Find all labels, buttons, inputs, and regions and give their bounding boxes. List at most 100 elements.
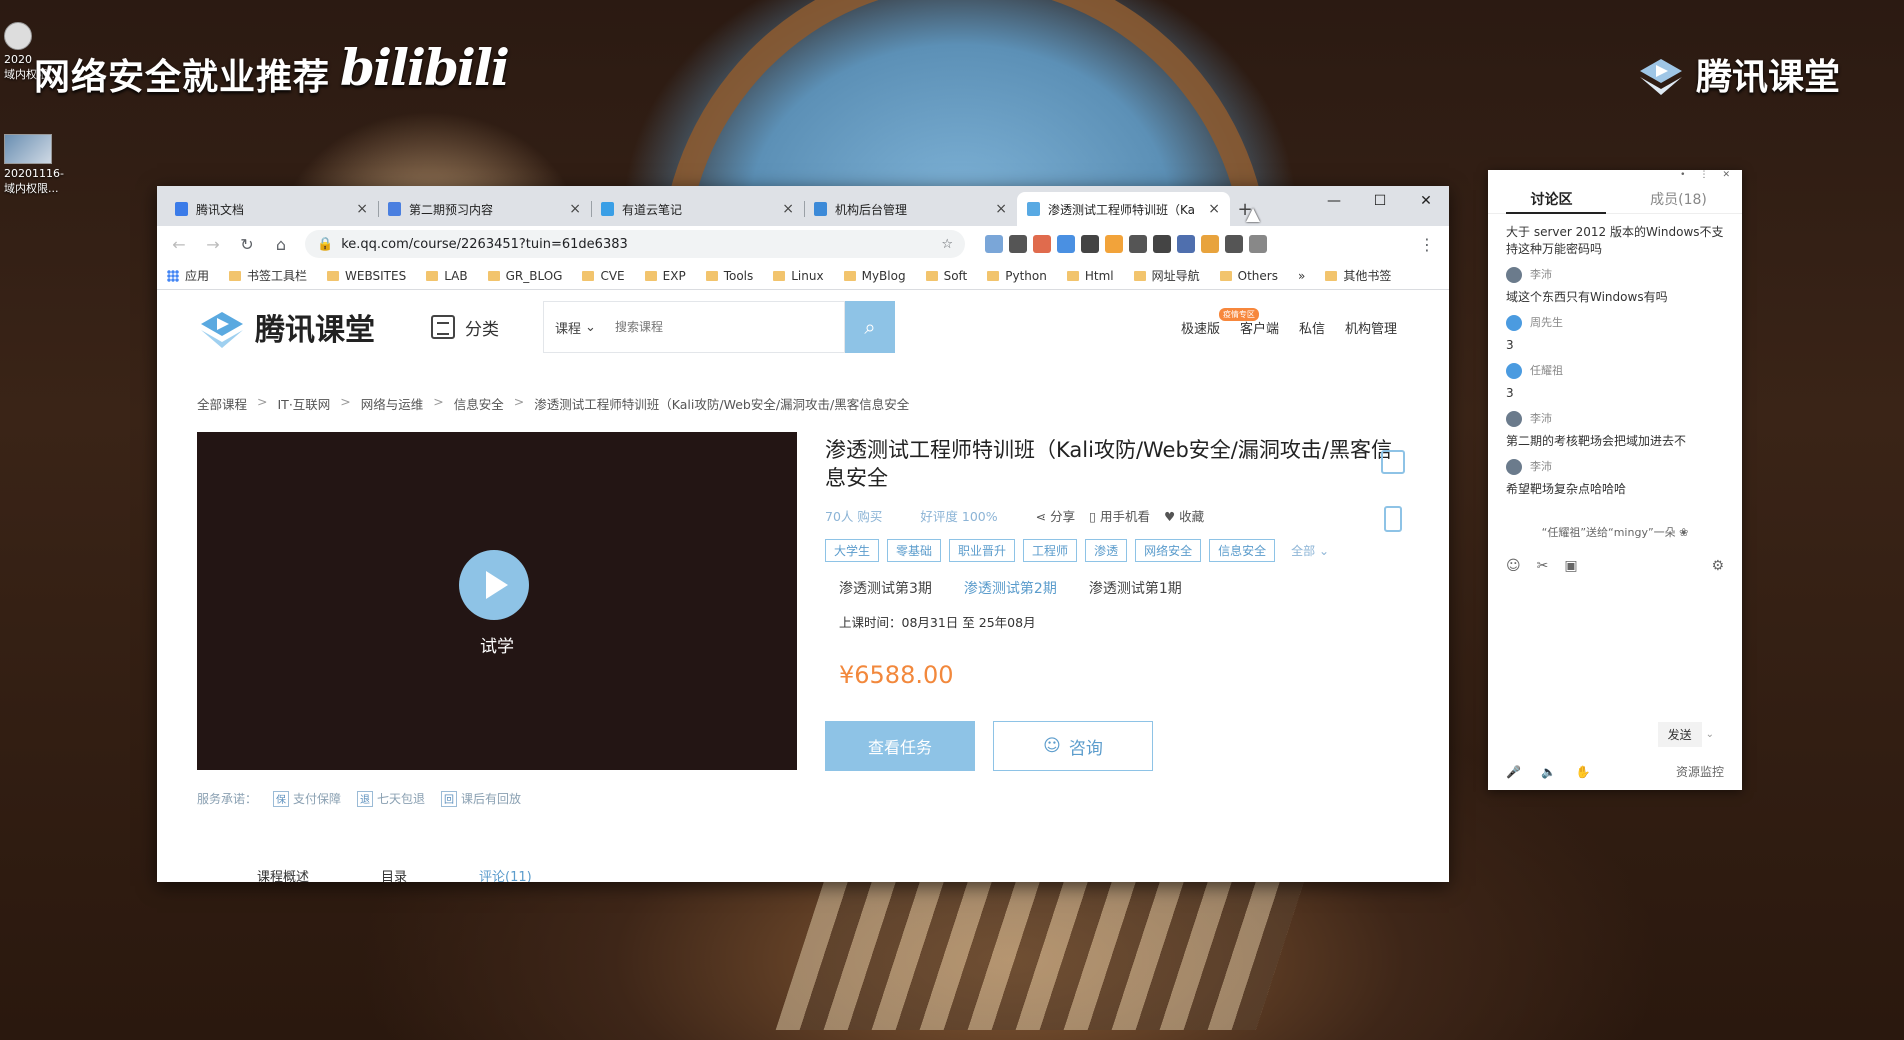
back-button[interactable]: ← (165, 230, 193, 258)
tab-discussion[interactable]: 讨论区 (1488, 189, 1615, 209)
image-icon[interactable]: ▣ (1564, 558, 1577, 574)
tab-catalog[interactable]: 目录 (381, 866, 407, 882)
consult-button[interactable]: ☺ 咨询 (993, 721, 1153, 771)
extension-icon[interactable] (1033, 235, 1051, 253)
close-icon[interactable]: × (569, 201, 581, 217)
chevron-down-icon[interactable]: ⌄ (1706, 729, 1714, 740)
tab-youdao-notes[interactable]: 有道云笔记 × (591, 192, 804, 226)
close-icon[interactable]: × (995, 201, 1007, 217)
bookmark-folder[interactable]: 网址导航 (1133, 267, 1200, 284)
extension-icon[interactable] (1009, 235, 1027, 253)
tab-members[interactable]: 成员(18) (1615, 189, 1742, 209)
breadcrumb-item[interactable]: 全部课程 (197, 394, 247, 413)
more-button[interactable]: ⋮ (1699, 170, 1708, 184)
bookmark-folder[interactable]: Html (1066, 269, 1114, 283)
extension-icon[interactable] (1225, 235, 1243, 253)
tags-all-toggle[interactable]: 全部 ⌄ (1291, 542, 1329, 559)
bookmark-folder[interactable]: Tools (705, 269, 753, 283)
course-tag[interactable]: 大学生 (825, 539, 880, 562)
bookmark-folder[interactable]: 书签工具栏 (229, 267, 307, 284)
pin-button[interactable]: • (1680, 170, 1685, 184)
mobile-view-button[interactable]: ▯ 用手机看 (1089, 506, 1150, 525)
course-tag[interactable]: 信息安全 (1209, 539, 1276, 562)
desktop-icon-2[interactable]: 20201116- 域内权限... (4, 134, 74, 196)
category-menu[interactable]: 分类 (431, 315, 499, 340)
course-tag[interactable]: 零基础 (887, 539, 942, 562)
send-button[interactable]: 发送 (1657, 722, 1702, 747)
course-tag[interactable]: 工程师 (1023, 539, 1078, 562)
breadcrumb-item[interactable]: IT·互联网 (278, 394, 331, 413)
close-icon[interactable]: × (1208, 201, 1220, 217)
close-panel-button[interactable]: ✕ (1722, 170, 1730, 184)
maximize-button[interactable]: ☐ (1357, 186, 1403, 216)
breadcrumb-item[interactable]: 网络与运维 (361, 394, 424, 413)
close-window-button[interactable]: ✕ (1403, 186, 1449, 216)
resource-monitor[interactable]: 资源监控 (1676, 763, 1724, 780)
extension-icon[interactable] (1081, 235, 1099, 253)
term-option[interactable]: 渗透测试第1期 (1089, 578, 1182, 598)
bookmark-folder[interactable]: LAB (426, 269, 468, 283)
bookmark-folder[interactable]: WEBSITES (327, 269, 406, 283)
comment-icon[interactable] (1381, 450, 1405, 474)
favorite-button[interactable]: ♥ 收藏 (1164, 506, 1204, 525)
extension-icon[interactable] (1201, 235, 1219, 253)
site-logo[interactable]: 腾讯课堂 (197, 304, 375, 350)
course-tag[interactable]: 职业晋升 (949, 539, 1016, 562)
search-button[interactable]: ⌕ (845, 301, 895, 353)
trial-label[interactable]: 试学 (197, 632, 797, 657)
admin-link[interactable]: 机构管理 (1345, 318, 1397, 337)
microphone-icon[interactable]: 🎤 (1506, 765, 1521, 779)
other-bookmarks[interactable]: 其他书签 (1325, 267, 1391, 284)
lite-version-link[interactable]: 极速版 疫情专区 (1181, 308, 1259, 337)
view-tasks-button[interactable]: 查看任务 (825, 721, 975, 771)
messages-link[interactable]: 私信 (1299, 318, 1325, 337)
address-bar[interactable]: 🔒 ke.qq.com/course/2263451?tuin=61de6383… (305, 230, 965, 258)
course-tag[interactable]: 渗透 (1085, 539, 1128, 562)
bookmark-folder[interactable]: Linux (773, 269, 824, 283)
bookmark-folder[interactable]: CVE (582, 269, 625, 283)
bookmark-folder[interactable]: Python (987, 269, 1047, 283)
bookmark-folder[interactable]: Others (1219, 269, 1278, 283)
term-option[interactable]: 渗透测试第2期 (964, 578, 1057, 598)
bookmark-folder[interactable]: Soft (925, 269, 967, 283)
bookmark-folder[interactable]: EXP (644, 269, 686, 283)
extension-icon[interactable] (1177, 235, 1195, 253)
bookmark-star-icon[interactable]: ☆ (941, 237, 953, 252)
search-input[interactable] (607, 301, 845, 353)
bookmark-folder[interactable]: GR_BLOG (487, 269, 562, 283)
extension-icon[interactable] (1057, 235, 1075, 253)
course-tag[interactable]: 网络安全 (1135, 539, 1202, 562)
tab-preview-content[interactable]: 第二期预习内容 × (378, 192, 591, 226)
settings-icon[interactable]: ⚙ (1711, 558, 1724, 574)
extension-icon[interactable] (1105, 235, 1123, 253)
seven-day-refund[interactable]: 退七天包退 (357, 790, 425, 807)
tab-comments[interactable]: 评论(11) (479, 866, 532, 882)
tab-admin[interactable]: 机构后台管理 × (804, 192, 1017, 226)
tab-tencent-docs[interactable]: 腾讯文档 × (165, 192, 378, 226)
scissors-icon[interactable]: ✂ (1537, 558, 1549, 574)
tab-overview[interactable]: 课程概述 (257, 866, 309, 882)
extension-icon[interactable] (1129, 235, 1147, 253)
play-button[interactable] (459, 550, 529, 620)
forward-button[interactable]: → (199, 230, 227, 258)
hand-icon[interactable]: ✋ (1576, 765, 1591, 779)
phone-icon[interactable] (1384, 506, 1402, 532)
bookmark-folder[interactable]: MyBlog (843, 269, 906, 283)
extension-icon[interactable] (985, 235, 1003, 253)
term-option[interactable]: 渗透测试第3期 (839, 578, 932, 598)
replay-available[interactable]: 回课后有回放 (441, 790, 521, 807)
search-scope-select[interactable]: 课程 ⌄ (543, 301, 607, 353)
close-icon[interactable]: × (782, 201, 794, 217)
emoji-icon[interactable]: ☺ (1506, 558, 1521, 574)
tab-course-page[interactable]: 渗透测试工程师特训班（Ka × (1017, 192, 1230, 226)
extension-icon[interactable] (1249, 235, 1267, 253)
home-button[interactable]: ⌂ (267, 230, 295, 258)
reload-button[interactable]: ↻ (233, 230, 261, 258)
breadcrumb-item[interactable]: 信息安全 (454, 394, 504, 413)
payment-guarantee[interactable]: 保支付保障 (273, 790, 341, 807)
speaker-icon[interactable]: 🔈 (1541, 765, 1556, 779)
video-player[interactable]: 试学 (197, 432, 797, 770)
minimize-button[interactable]: — (1311, 186, 1357, 216)
menu-icon[interactable]: ⋮ (1413, 230, 1441, 258)
bookmark-apps[interactable]: 应用 (167, 267, 209, 284)
